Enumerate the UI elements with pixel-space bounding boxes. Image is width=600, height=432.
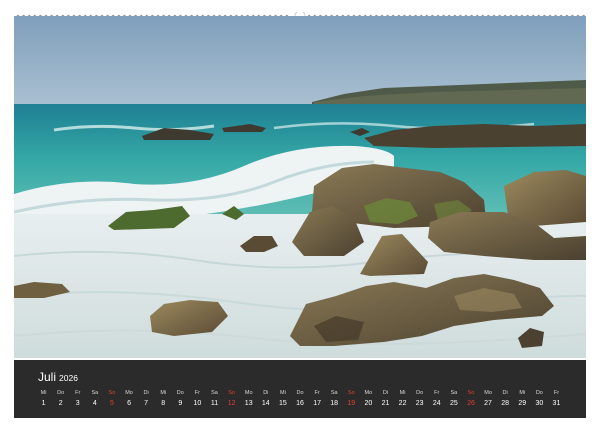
weekday-label: Mo <box>364 390 373 396</box>
day-number: 12 <box>227 400 236 407</box>
day-cell: Fr 31 <box>548 389 565 413</box>
day-number: 24 <box>432 400 441 407</box>
weekday-label: Di <box>382 390 389 396</box>
day-cell: Sa 4 <box>86 389 103 413</box>
day-cell: Mo 27 <box>480 389 497 413</box>
day-cell: Mi 8 <box>155 389 172 413</box>
day-number: 2 <box>58 400 63 407</box>
weekday-label: Fr <box>553 390 560 396</box>
weekday-label: So <box>228 390 235 396</box>
day-cell: Fr 3 <box>69 389 86 413</box>
calendar-photo <box>14 16 586 358</box>
day-cell: Do 2 <box>52 389 69 413</box>
day-number: 29 <box>518 400 527 407</box>
day-number: 15 <box>278 400 287 407</box>
day-cell: Mo 6 <box>120 389 137 413</box>
weekday-label: Sa <box>330 390 338 396</box>
day-cell: Sa 25 <box>445 389 462 413</box>
weekday-label: Mo <box>484 390 492 396</box>
day-number: 19 <box>347 400 356 407</box>
day-number: 26 <box>467 400 475 407</box>
day-number: 5 <box>109 400 114 407</box>
day-cell: So 12 <box>223 389 240 413</box>
day-number: 27 <box>484 400 492 407</box>
weekday-label: Mo <box>244 390 253 396</box>
day-number: 20 <box>364 400 373 407</box>
weekday-label: Do <box>296 390 304 396</box>
day-number: 4 <box>92 400 97 407</box>
day-number: 7 <box>144 400 149 407</box>
weekday-label: Mi <box>399 390 406 396</box>
day-cell: Fr 10 <box>189 389 206 413</box>
weekday-label: Fr <box>434 390 440 396</box>
day-cell: Di 7 <box>138 389 155 413</box>
day-cell: Di 21 <box>377 389 394 413</box>
day-number: 11 <box>210 400 219 407</box>
month-name: Juli <box>38 370 57 384</box>
weekday-label: Sa <box>91 390 99 396</box>
day-cell: Sa 11 <box>206 389 223 413</box>
day-number: 23 <box>415 400 424 407</box>
weekday-label: Mi <box>279 390 286 396</box>
day-cell: Fr 17 <box>309 389 326 413</box>
weekday-label: Sa <box>450 390 458 396</box>
day-cell: Mi 1 <box>35 389 52 413</box>
day-cell: Mi 15 <box>274 389 291 413</box>
day-number: 1 <box>41 400 46 407</box>
weekday-label: Di <box>263 390 269 396</box>
day-cell: Do 16 <box>291 389 308 413</box>
day-cell: Di 28 <box>497 389 514 413</box>
weekday-label: Fr <box>314 390 320 396</box>
day-number: 3 <box>75 400 80 407</box>
day-cell: Di 14 <box>257 389 274 413</box>
day-cell: Do 23 <box>411 389 428 413</box>
weekday-label: Sa <box>211 390 218 396</box>
weekday-label: Di <box>143 390 149 396</box>
day-number: 21 <box>381 400 390 407</box>
weekday-label: So <box>347 390 355 396</box>
weekday-label: Do <box>416 390 424 396</box>
day-cell: Sa 18 <box>326 389 343 413</box>
day-number: 17 <box>313 400 321 407</box>
weekday-label: Do <box>57 390 65 396</box>
day-cell: So 26 <box>462 389 479 413</box>
weekday-label: Di <box>502 390 508 396</box>
weekday-label: So <box>467 390 475 396</box>
day-number: 10 <box>193 400 202 407</box>
weekday-label: Mi <box>519 390 526 396</box>
day-number: 28 <box>501 400 510 407</box>
weekday-label: Fr <box>75 390 81 396</box>
weekday-label: Do <box>535 390 543 396</box>
weekday-label: Mi <box>160 390 167 396</box>
day-number: 25 <box>449 400 458 407</box>
year: 2026 <box>59 373 78 383</box>
day-cell: Do 9 <box>172 389 189 413</box>
day-cell: Fr 24 <box>428 389 445 413</box>
weekday-label: Mi <box>40 390 47 396</box>
weekday-label: Mo <box>125 390 133 396</box>
weekday-label: So <box>108 390 116 396</box>
day-number: 14 <box>261 400 270 407</box>
calendar-bar: Juli 2026 Mi 1 Do 2 Fr 3 Sa 4 So 5 Mo 6 Di 7 Mi 8 Do 9 Fr 10… <box>14 360 586 418</box>
day-cell: Mi 22 <box>394 389 411 413</box>
day-number: 9 <box>178 400 183 407</box>
weekday-label: Fr <box>194 390 200 396</box>
day-number: 22 <box>398 400 407 407</box>
day-number: 6 <box>127 400 131 407</box>
day-number: 18 <box>330 400 339 407</box>
day-number: 16 <box>296 400 304 407</box>
day-cell: Do 30 <box>531 389 548 413</box>
day-cell: Mo 20 <box>360 389 377 413</box>
day-cell: Mo 13 <box>240 389 257 413</box>
day-number: 31 <box>552 400 561 407</box>
day-grid: Mi 1 Do 2 Fr 3 Sa 4 So 5 Mo 6 Di 7 Mi 8 Do 9 Fr 10 Sa 11 So 12 M… <box>35 389 565 413</box>
day-number: 13 <box>244 400 253 407</box>
day-number: 8 <box>161 400 166 407</box>
month-heading: Juli 2026 <box>38 370 78 385</box>
day-cell: Mi 29 <box>514 389 531 413</box>
day-number: 30 <box>535 400 544 407</box>
weekday-label: Do <box>176 390 184 396</box>
day-cell: So 5 <box>103 389 120 413</box>
day-cell: So 19 <box>343 389 360 413</box>
